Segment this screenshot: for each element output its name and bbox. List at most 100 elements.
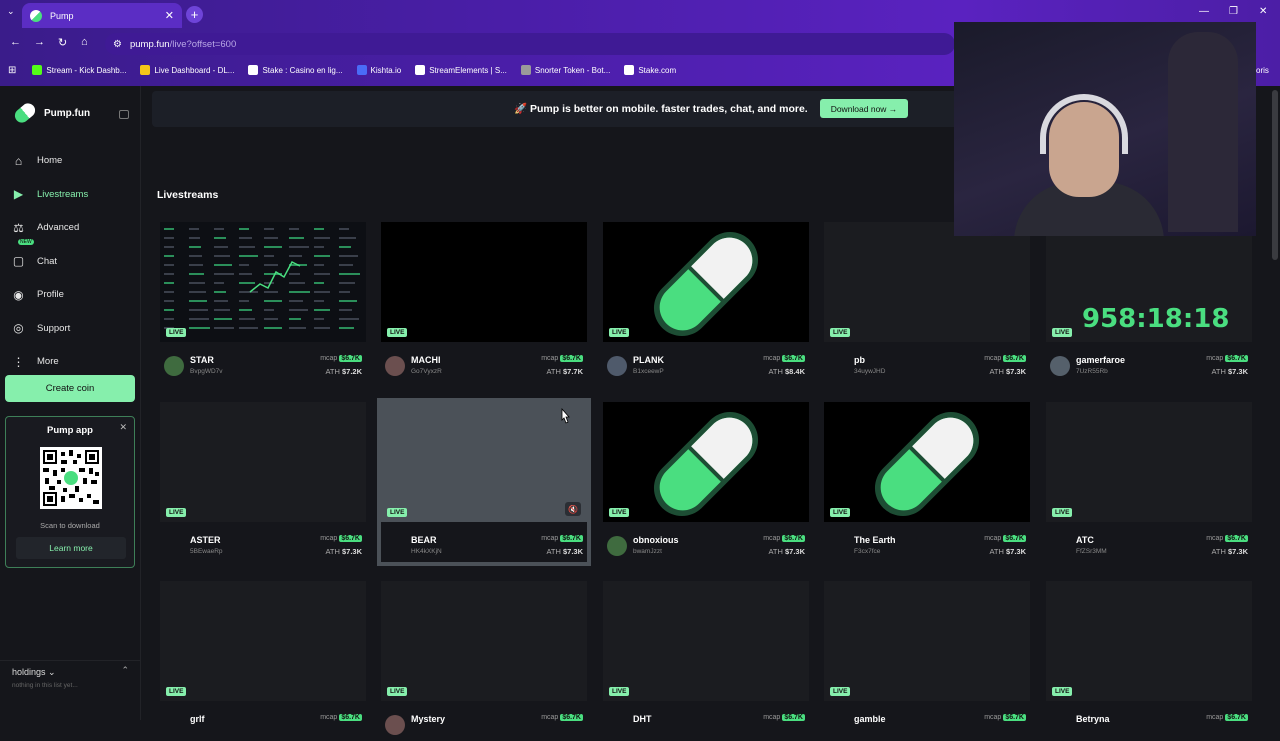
all-time-high: ATH $7.2K (325, 367, 362, 376)
stream-card[interactable]: 🔇 LIVE BEAR HK4kXKjN mcap $6.7K ATH $7.3K (377, 398, 591, 566)
stream-card[interactable]: LIVE ATC FfZSr3MM mcap $6.7K ATH $7.3K (1046, 402, 1252, 562)
site-info-icon[interactable]: ⚙ (113, 39, 122, 50)
stream-symbol: B1xceewP (633, 368, 664, 375)
market-cap-label: mcap (984, 355, 1002, 362)
stream-name[interactable]: PLANK (633, 355, 664, 365)
stream-card[interactable]: LIVE PLANK B1xceewP mcap $6.7K ATH $8.4K (603, 222, 809, 382)
stream-card[interactable]: LIVE Betryna mcap $6.7K (1046, 581, 1252, 741)
browser-tab[interactable]: Pump ✕ (22, 3, 182, 28)
new-tab-button[interactable]: + (186, 6, 203, 23)
bookmark-item[interactable]: Snorter Token - Bot... (520, 65, 610, 75)
stream-thumbnail[interactable]: LIVE (824, 402, 1030, 522)
bookmark-item[interactable]: Stake.com (624, 65, 676, 75)
stream-name[interactable]: MACHI (411, 355, 441, 365)
market-cap: mcap $6.7K (541, 535, 583, 542)
stream-name[interactable]: Mystery (411, 714, 445, 724)
stream-thumbnail[interactable]: LIVE (824, 581, 1030, 701)
bookmark-item[interactable]: Live Dashboard - DL... (140, 65, 234, 75)
mute-icon[interactable]: 🔇 (565, 502, 581, 516)
back-icon[interactable]: ← (10, 36, 21, 48)
pill-logo-icon (12, 100, 38, 126)
stream-name[interactable]: ATC (1076, 535, 1094, 545)
bookmark-item[interactable]: StreamElements | S... (415, 65, 507, 75)
holdings-title: holdings (12, 667, 46, 677)
stream-card[interactable]: LIVE The Earth F3cx7fce mcap $6.7K ATH $7.3K (824, 402, 1030, 562)
ath-value: $7.3K (784, 547, 805, 556)
stream-meta: DHT mcap $6.7K (607, 712, 807, 740)
stream-card[interactable]: LIVE ASTER 5BEwaeRp mcap $6.7K ATH $7.3K (160, 402, 366, 562)
stream-thumbnail[interactable]: LIVE (160, 402, 366, 522)
stream-thumbnail[interactable]: LIVE (1046, 581, 1252, 701)
stream-name[interactable]: pb (854, 355, 865, 365)
stream-name[interactable]: DHT (633, 714, 652, 724)
address-bar[interactable]: ⚙ pump.fun/live?offset=600 (105, 33, 955, 55)
stream-name[interactable]: ASTER (190, 535, 221, 545)
tab-close-icon[interactable]: ✕ (165, 9, 174, 22)
stream-card[interactable]: 958:18:18 LIVE gamerfaroe 7UzR55Rb mcap $6.7K… (1046, 222, 1252, 382)
stream-name[interactable]: gamerfaroe (1076, 355, 1125, 365)
minimize-icon[interactable]: — (1199, 6, 1209, 17)
restore-icon[interactable]: ❐ (1229, 6, 1238, 17)
stream-card[interactable]: LIVE DHT mcap $6.7K (603, 581, 809, 741)
stream-thumbnail[interactable]: LIVE (603, 581, 809, 701)
stream-thumbnail[interactable]: LIVE (381, 581, 587, 701)
sidebar-item-profile[interactable]: ◉ Profile (11, 278, 136, 312)
stream-name[interactable]: STAR (190, 355, 214, 365)
stream-thumbnail[interactable]: LIVE (1046, 402, 1252, 522)
stream-name[interactable]: Betryna (1076, 714, 1110, 724)
sidebar-item-home[interactable]: ⌂ Home (11, 144, 136, 178)
stream-card[interactable]: LIVE pb 34uywJHD mcap $6.7K ATH $7.3K (824, 222, 1030, 382)
stream-name[interactable]: obnoxious (633, 535, 679, 545)
collapse-sidebar-icon[interactable] (119, 110, 129, 119)
download-now-button[interactable]: Download now → (820, 99, 908, 118)
sidebar-item-chat[interactable]: ▢ NEW Chat (11, 238, 136, 279)
create-coin-button[interactable]: Create coin (5, 375, 135, 402)
home-icon[interactable]: ⌂ (81, 36, 88, 48)
scrollbar[interactable] (1272, 90, 1278, 260)
stream-thumbnail[interactable]: LIVE (603, 402, 809, 522)
market-cap: mcap $6.7K (763, 355, 805, 362)
forward-icon[interactable]: → (34, 36, 45, 48)
stream-card[interactable]: LIVE grlf mcap $6.7K (160, 581, 366, 741)
window-close-icon[interactable]: ✕ (1259, 6, 1267, 17)
stream-name[interactable]: BEAR (411, 535, 437, 545)
stream-thumbnail[interactable]: 958:18:18 LIVE (1046, 222, 1252, 342)
video-camera-icon: ▶ (13, 187, 24, 202)
stream-card[interactable]: LIVE gamble mcap $6.7K (824, 581, 1030, 741)
stream-card[interactable]: LIVE MACHI Go7VyxzR mcap $6.7K ATH $7.7K (381, 222, 587, 382)
reload-icon[interactable]: ↻ (58, 36, 67, 49)
stream-name[interactable]: gamble (854, 714, 886, 724)
stream-name[interactable]: The Earth (854, 535, 896, 545)
stream-meta: PLANK B1xceewP mcap $6.7K ATH $8.4K (607, 353, 807, 381)
sidebar-item-livestreams[interactable]: ▶ Livestreams (11, 178, 136, 212)
tab-search-icon[interactable]: ⌄ (7, 6, 15, 17)
stream-thumbnail[interactable]: LIVE (160, 222, 366, 342)
stream-thumbnail[interactable]: LIVE (160, 581, 366, 701)
ath-label: ATH (768, 367, 783, 376)
stream-card[interactable]: LIVE STAR BvpgWD7v mcap $6.7K ATH $7.2K (160, 222, 366, 382)
apps-grid-icon[interactable]: ⊞ (8, 65, 16, 76)
holdings-dropdown[interactable]: holdings ⌄ (12, 667, 129, 678)
tab-title: Pump (50, 10, 74, 21)
stream-card[interactable]: LIVE obnoxious bwamJzzt mcap $6.7K ATH $7.3K (603, 402, 809, 562)
stream-card[interactable]: LIVE Mystery mcap $6.7K (381, 581, 587, 741)
stream-name[interactable]: grlf (190, 714, 205, 724)
avatar (607, 536, 627, 556)
livestreams-title: Livestreams (157, 189, 219, 201)
bookmark-item[interactable]: Kishta.io (356, 65, 401, 75)
sidebar-item-more[interactable]: ⋮ More (11, 345, 136, 379)
chevron-up-icon[interactable]: ⌃ (121, 665, 129, 676)
bookmark-item[interactable]: Stake : Casino en lig... (248, 65, 343, 75)
bookmark-favicon-icon (32, 65, 43, 75)
stream-thumbnail[interactable]: LIVE (603, 222, 809, 342)
brand-logo[interactable]: Pump.fun (12, 100, 90, 126)
stream-thumbnail[interactable]: LIVE (381, 222, 587, 342)
stream-thumbnail[interactable]: 🔇 LIVE (381, 402, 587, 522)
bookmark-label: Stake : Casino en lig... (262, 65, 343, 75)
close-icon[interactable]: ✕ (119, 422, 127, 433)
sidebar-item-support[interactable]: ◎ Support (11, 312, 136, 346)
market-cap: mcap $6.7K (541, 355, 583, 362)
learn-more-button[interactable]: Learn more (16, 537, 126, 559)
bookmark-item[interactable]: Stream - Kick Dashb... (32, 65, 126, 75)
stream-thumbnail[interactable]: LIVE (824, 222, 1030, 342)
